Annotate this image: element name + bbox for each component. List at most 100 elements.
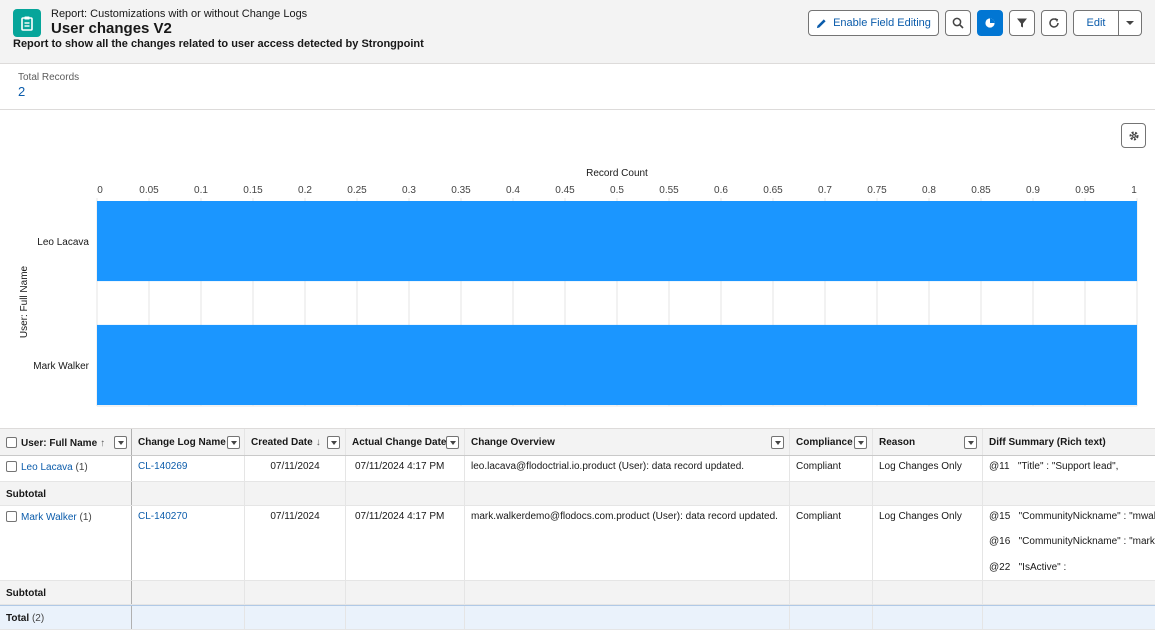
column-menu-dropdown[interactable]	[227, 436, 240, 449]
column-label: User: Full Name	[21, 438, 98, 449]
x-tick-label: 0.25	[347, 185, 367, 196]
select-all-checkbox[interactable]	[6, 437, 17, 448]
x-tick-label: 0.45	[555, 185, 575, 196]
subtotal-label: Subtotal	[0, 581, 132, 604]
column-label: Diff Summary (Rich text)	[989, 437, 1106, 448]
report-type: Report: Customizations with or without C…	[51, 8, 308, 20]
total-records-label: Total Records	[18, 72, 80, 83]
y-tick-label: Mark Walker	[33, 361, 89, 372]
diff-line: @16 "CommunityNickname" : "mark",	[989, 536, 1155, 547]
reason-cell: Log Changes Only	[873, 456, 983, 481]
compliance-cell: Compliant	[790, 506, 873, 580]
column-menu-dropdown[interactable]	[964, 436, 977, 449]
x-axis-title: Record Count	[586, 168, 648, 179]
total-count: (2)	[31, 613, 45, 624]
divider	[0, 109, 1155, 110]
user-link[interactable]: Leo Lacava	[21, 462, 73, 473]
column-menu-dropdown[interactable]	[854, 436, 867, 449]
empty-cell	[132, 606, 245, 629]
empty-cell	[873, 581, 983, 604]
column-menu-dropdown[interactable]	[114, 436, 127, 449]
x-tick-label: 0.55	[659, 185, 679, 196]
chart-toggle-button[interactable]	[977, 10, 1003, 36]
refresh-button[interactable]	[1041, 10, 1067, 36]
filter-button[interactable]	[1009, 10, 1035, 36]
column-menu-dropdown[interactable]	[771, 436, 784, 449]
empty-cell	[132, 482, 245, 505]
diff-summary-cell: @11 "Title" : "Support lead",	[983, 456, 1155, 481]
x-tick-label: 0.15	[243, 185, 263, 196]
report-icon	[13, 9, 41, 37]
report-description: Report to show all the changes related t…	[13, 38, 424, 50]
search-button[interactable]	[945, 10, 971, 36]
edit-label: Edit	[1086, 17, 1106, 29]
column-header-diff-summary[interactable]: Diff Summary (Rich text)	[983, 429, 1155, 455]
user-link[interactable]: Mark Walker	[21, 512, 77, 523]
full-name-cell: Mark Walker (1)	[0, 506, 132, 580]
column-label: Created Date	[251, 437, 313, 448]
diff-summary-cell: @15 "CommunityNickname" : "mwalk @16 "Co…	[983, 506, 1155, 580]
report-header: Report: Customizations with or without C…	[0, 0, 1155, 64]
column-header-full-name[interactable]: User: Full Name ↑	[0, 429, 132, 455]
x-tick-label: 0.65	[763, 185, 783, 196]
table-header-row: User: Full Name ↑ Change Log Name Created…	[0, 428, 1155, 456]
column-menu-dropdown[interactable]	[446, 436, 459, 449]
empty-cell	[873, 606, 983, 629]
column-header-reason[interactable]: Reason	[873, 429, 983, 455]
empty-cell	[983, 482, 1155, 505]
subtotal-row: Subtotal	[0, 482, 1155, 506]
x-tick-label: 0.5	[610, 185, 624, 196]
created-date-cell: 07/11/2024	[245, 456, 346, 481]
empty-cell	[245, 606, 346, 629]
compliance-cell: Compliant	[790, 456, 873, 481]
chevron-down-icon	[1126, 21, 1134, 25]
page-title: User changes V2	[51, 20, 172, 37]
enable-field-editing-button[interactable]: Enable Field Editing	[808, 10, 939, 36]
row-checkbox[interactable]	[6, 511, 17, 522]
diff-line: @11 "Title" : "Support lead",	[989, 461, 1119, 472]
table-row: Leo Lacava (1) CL-140269 07/11/2024 07/1…	[0, 456, 1155, 482]
column-header-change-log-name[interactable]: Change Log Name	[132, 429, 245, 455]
x-tick-label: 0.8	[922, 185, 936, 196]
change-log-link[interactable]: CL-140269	[138, 461, 187, 472]
sort-desc-indicator: ↓	[315, 437, 321, 448]
bar	[97, 201, 1137, 282]
empty-cell	[465, 581, 790, 604]
reason-cell: Log Changes Only	[873, 506, 983, 580]
column-header-compliance[interactable]: Compliance	[790, 429, 873, 455]
empty-cell	[983, 606, 1155, 629]
x-tick-label: 0.95	[1075, 185, 1095, 196]
column-header-created-date[interactable]: Created Date ↓	[245, 429, 346, 455]
change-overview-cell: leo.lacava@flodoctrial.io.product (User)…	[465, 456, 790, 481]
pencil-icon	[816, 18, 826, 28]
y-tick-label: Leo Lacava	[37, 237, 89, 248]
empty-cell	[873, 482, 983, 505]
x-tick-label: 0.2	[298, 185, 312, 196]
y-axis-title: User: Full Name	[19, 265, 30, 338]
enable-field-editing-label: Enable Field Editing	[833, 17, 931, 29]
more-actions-button[interactable]	[1118, 10, 1142, 36]
empty-cell	[346, 482, 465, 505]
column-header-actual-change-date[interactable]: Actual Change Date	[346, 429, 465, 455]
change-log-link[interactable]: CL-140270	[138, 511, 187, 522]
group-count: (1)	[79, 512, 92, 523]
empty-cell	[983, 581, 1155, 604]
x-tick-label: 0.4	[506, 185, 520, 196]
actual-change-date-cell: 07/11/2024 4:17 PM	[346, 456, 465, 481]
row-checkbox[interactable]	[6, 461, 17, 472]
empty-cell	[132, 581, 245, 604]
pie-chart-icon	[985, 18, 995, 28]
edit-button[interactable]: Edit	[1073, 10, 1119, 36]
empty-cell	[245, 581, 346, 604]
column-menu-dropdown[interactable]	[327, 436, 340, 449]
column-header-change-overview[interactable]: Change Overview	[465, 429, 790, 455]
group-count: (1)	[75, 462, 88, 473]
column-label: Reason	[879, 437, 916, 448]
change-log-cell: CL-140269	[132, 456, 245, 481]
column-label: Compliance	[796, 437, 853, 448]
refresh-icon	[1049, 18, 1059, 28]
created-date-cell: 07/11/2024	[245, 506, 346, 580]
empty-cell	[790, 606, 873, 629]
chart-settings-button[interactable]	[1121, 123, 1146, 148]
empty-cell	[465, 482, 790, 505]
